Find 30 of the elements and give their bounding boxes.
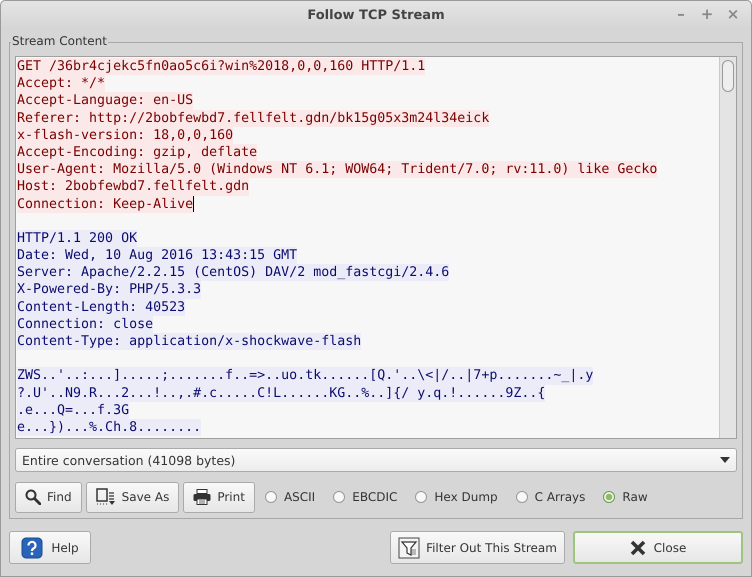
conversation-dropdown[interactable]: Entire conversation (41098 bytes) bbox=[15, 448, 737, 472]
close-button[interactable]: Close bbox=[573, 531, 743, 564]
radio-label: Raw bbox=[622, 490, 648, 504]
cross-icon bbox=[630, 540, 646, 556]
print-button[interactable]: Print bbox=[183, 482, 255, 512]
radio-label: ASCII bbox=[284, 490, 316, 504]
printer-icon bbox=[193, 489, 212, 505]
window-title: Follow TCP Stream bbox=[307, 8, 445, 23]
caret-icon bbox=[720, 457, 730, 463]
stream-text-area[interactable] bbox=[16, 57, 719, 438]
help-icon bbox=[21, 536, 44, 558]
radio-button[interactable] bbox=[516, 491, 528, 503]
scrollbar[interactable] bbox=[719, 57, 736, 438]
radio-label: EBCDIC bbox=[352, 490, 398, 504]
save-button[interactable]: Save As bbox=[86, 482, 180, 512]
search-icon bbox=[25, 489, 41, 505]
radio-button[interactable] bbox=[264, 491, 277, 503]
funnel-icon bbox=[398, 536, 420, 558]
dropdown-value: Entire conversation (41098 bytes) bbox=[22, 452, 236, 468]
scrollbar-thumb[interactable] bbox=[722, 60, 734, 92]
frame-label: Stream Content bbox=[11, 34, 108, 48]
save-as-icon bbox=[96, 488, 116, 506]
radio-button[interactable] bbox=[333, 491, 346, 503]
radio-button[interactable] bbox=[603, 491, 616, 503]
filter-button[interactable]: Filter Out This Stream bbox=[390, 531, 565, 564]
radio-label: Hex Dump bbox=[434, 490, 498, 504]
radio-label: C Arrays bbox=[534, 490, 586, 504]
help-button[interactable]: Help bbox=[9, 531, 91, 564]
find-button[interactable]: Find bbox=[15, 482, 82, 512]
radio-button[interactable] bbox=[415, 491, 428, 503]
